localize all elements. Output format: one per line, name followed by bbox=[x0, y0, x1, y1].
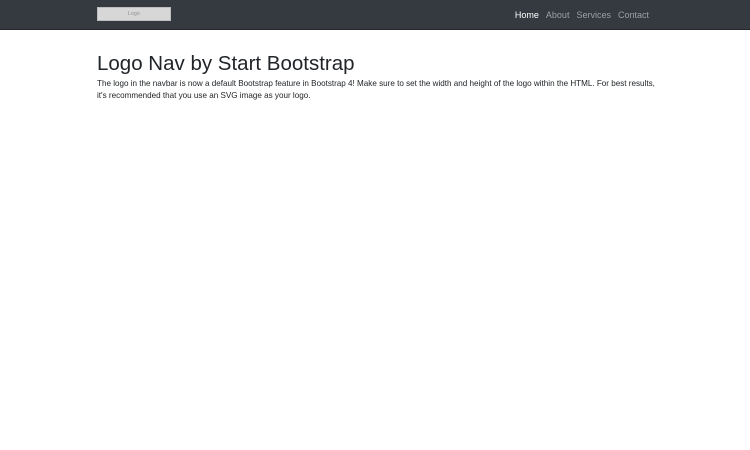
page-title: Logo Nav by Start Bootstrap bbox=[97, 52, 355, 75]
nav-link-about[interactable]: About bbox=[546, 10, 570, 20]
top-navbar: Logo Home About Services Contact bbox=[0, 0, 750, 30]
nav-link-services[interactable]: Services bbox=[576, 10, 611, 20]
nav-links: Home About Services Contact bbox=[515, 0, 649, 29]
nav-link-contact[interactable]: Contact bbox=[618, 10, 649, 20]
nav-link-home[interactable]: Home bbox=[515, 10, 539, 20]
logo-text: Logo bbox=[128, 11, 140, 17]
logo-image[interactable]: Logo bbox=[97, 7, 171, 21]
intro-paragraph: The logo in the navbar is now a default … bbox=[97, 79, 655, 100]
main-content: Logo Nav by Start Bootstrap The logo in … bbox=[97, 52, 657, 102]
